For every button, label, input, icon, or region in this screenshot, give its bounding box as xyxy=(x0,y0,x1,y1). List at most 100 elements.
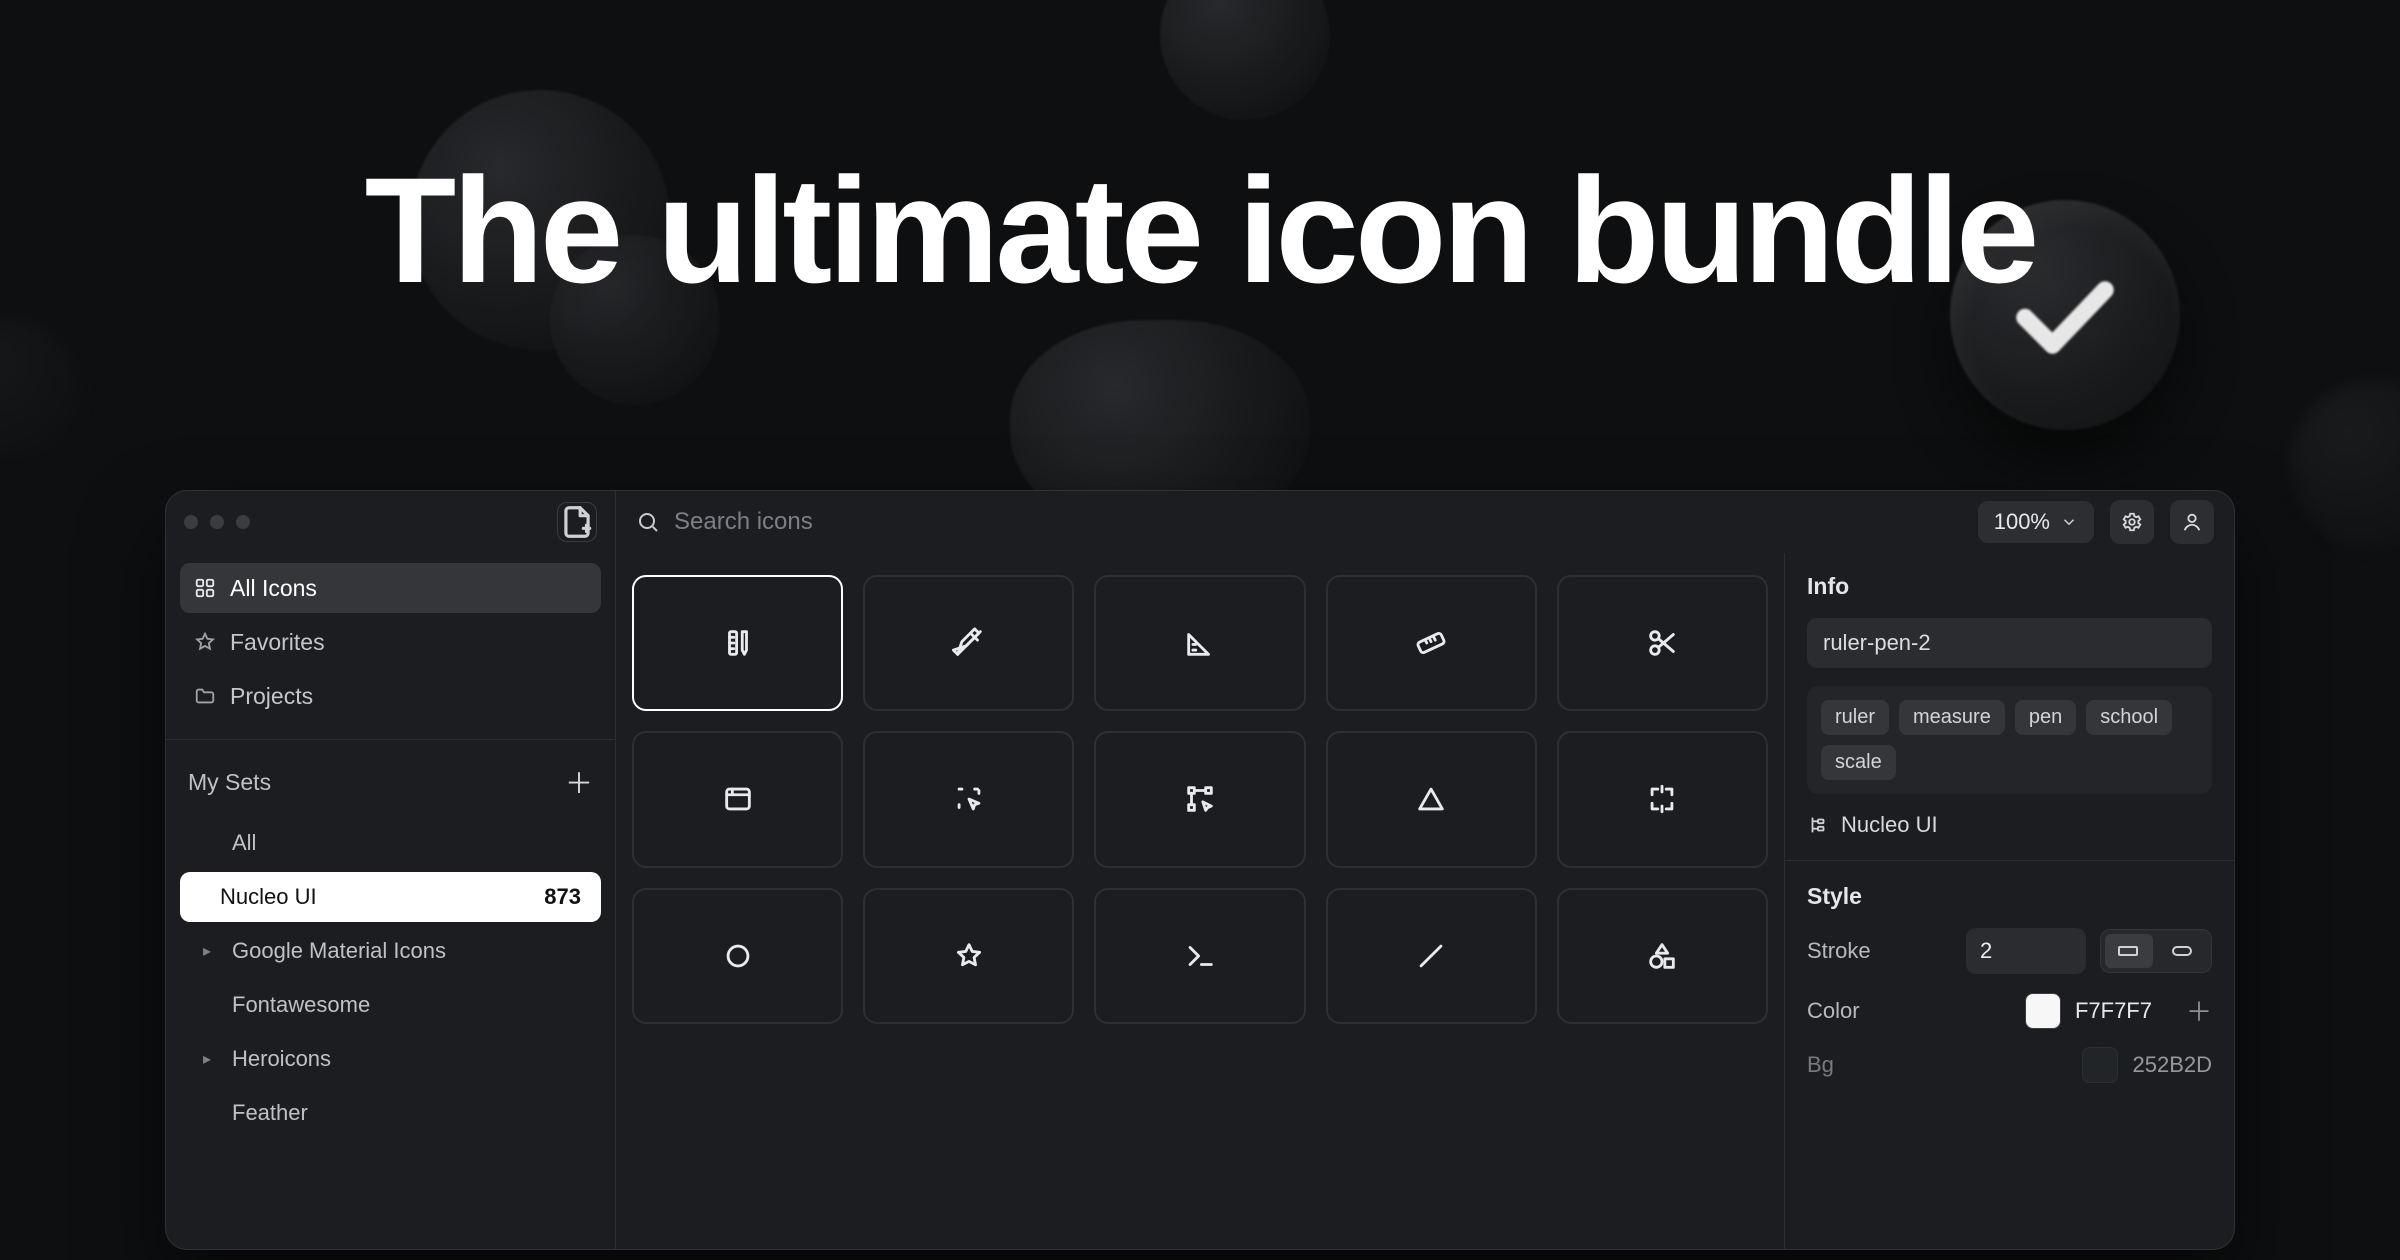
tag[interactable]: ruler xyxy=(1821,700,1889,735)
tag[interactable]: measure xyxy=(1899,700,2005,735)
stroke-label: Stroke xyxy=(1807,938,1871,964)
decor-blob xyxy=(0,320,80,460)
hero-title: The ultimate icon bundle xyxy=(0,155,2400,305)
sidebar-item-projects[interactable]: Projects xyxy=(180,671,601,721)
cap-butt-icon xyxy=(2118,944,2140,958)
icon-cell[interactable] xyxy=(1094,575,1305,711)
tree-icon xyxy=(1807,814,1829,836)
icon-cell[interactable] xyxy=(632,731,843,867)
account-button[interactable] xyxy=(2170,500,2214,544)
traffic-lights[interactable] xyxy=(184,515,250,529)
add-color-button[interactable]: ＋ xyxy=(2186,992,2212,1029)
icon-cell[interactable] xyxy=(1557,731,1768,867)
zoom-value: 100% xyxy=(1994,509,2050,535)
icon-name-field[interactable]: ruler-pen-2 xyxy=(1807,618,2212,668)
ruler-triangle-icon xyxy=(1183,626,1217,660)
icon-cell[interactable] xyxy=(632,888,843,1024)
main-area: 100% xyxy=(616,491,2234,1249)
bg-swatch[interactable] xyxy=(2082,1047,2118,1083)
sidebar: All Icons Favorites Projects My Sets ＋ A… xyxy=(166,491,616,1249)
select-area-icon xyxy=(952,782,986,816)
stroke-input[interactable]: 2 xyxy=(1966,928,2086,974)
divider xyxy=(1785,860,2234,861)
line-icon xyxy=(1414,939,1448,973)
grid-icon xyxy=(194,577,216,599)
icon-cell[interactable] xyxy=(863,575,1074,711)
icon-cell[interactable] xyxy=(632,575,843,711)
stroke-row: Stroke 2 xyxy=(1807,928,2212,974)
circle-icon xyxy=(721,939,755,973)
my-sets-label: My Sets xyxy=(188,769,271,796)
tag[interactable]: scale xyxy=(1821,745,1896,780)
cap-style-toggle[interactable] xyxy=(2100,929,2212,973)
terminal-icon xyxy=(1183,939,1217,973)
tag[interactable]: school xyxy=(2086,700,2172,735)
select-nodes-icon xyxy=(1183,782,1217,816)
add-set-button[interactable]: ＋ xyxy=(565,762,593,802)
tag[interactable]: pen xyxy=(2015,700,2076,735)
search-box[interactable] xyxy=(636,508,1962,536)
bg-row: Bg 252B2D xyxy=(1807,1047,2212,1083)
icon-cell[interactable] xyxy=(863,731,1074,867)
icon-cell[interactable] xyxy=(1557,888,1768,1024)
search-icon xyxy=(636,510,660,534)
set-label: Nucleo UI xyxy=(220,884,317,910)
icon-cell[interactable] xyxy=(1326,731,1537,867)
icon-cell[interactable] xyxy=(1094,731,1305,867)
icon-cell[interactable] xyxy=(863,888,1074,1024)
scissors-icon xyxy=(1645,626,1679,660)
file-plus-icon xyxy=(558,503,596,541)
color-swatch[interactable] xyxy=(2025,993,2061,1029)
sidebar-item-label: Favorites xyxy=(230,629,325,656)
my-sets-header: My Sets ＋ xyxy=(166,739,615,816)
color-row: Color F7F7F7 ＋ xyxy=(1807,992,2212,1029)
set-all[interactable]: All xyxy=(180,818,601,868)
cap-round[interactable] xyxy=(2159,934,2207,968)
shapes-icon xyxy=(1645,939,1679,973)
icon-cell[interactable] xyxy=(1557,575,1768,711)
gear-icon xyxy=(2121,511,2143,533)
window-titlebar xyxy=(166,491,615,553)
crop-expand-icon xyxy=(1645,782,1679,816)
search-input[interactable] xyxy=(674,508,1962,536)
cap-butt[interactable] xyxy=(2105,934,2153,968)
icon-cell[interactable] xyxy=(1094,888,1305,1024)
icon-cell[interactable] xyxy=(1326,575,1537,711)
icon-cell[interactable] xyxy=(1326,888,1537,1024)
ruler-icon xyxy=(1414,626,1448,660)
icon-grid-wrap xyxy=(616,553,1784,1249)
app-window: All Icons Favorites Projects My Sets ＋ A… xyxy=(165,490,2235,1250)
set-google-material[interactable]: ▸Google Material Icons xyxy=(180,926,601,976)
iconset-link[interactable]: Nucleo UI xyxy=(1807,812,2212,838)
color-label: Color xyxy=(1807,998,1860,1024)
topbar: 100% xyxy=(616,491,2234,553)
sidebar-item-favorites[interactable]: Favorites xyxy=(180,617,601,667)
browser-icon xyxy=(721,782,755,816)
set-count-badge: 873 xyxy=(544,884,581,910)
pencil-ruler-icon xyxy=(952,626,986,660)
ruler-pen-icon xyxy=(721,626,755,660)
bg-hex[interactable]: 252B2D xyxy=(2132,1052,2212,1078)
new-document-button[interactable] xyxy=(557,502,597,542)
set-feather[interactable]: Feather xyxy=(180,1088,601,1138)
style-title: Style xyxy=(1807,883,2212,910)
settings-button[interactable] xyxy=(2110,500,2154,544)
folder-icon xyxy=(194,685,216,707)
user-icon xyxy=(2181,511,2203,533)
set-heroicons[interactable]: ▸Heroicons xyxy=(180,1034,601,1084)
sidebar-item-label: All Icons xyxy=(230,575,317,602)
cap-round-icon xyxy=(2172,944,2194,958)
bg-label: Bg xyxy=(1807,1052,1834,1078)
icon-grid xyxy=(632,575,1768,1024)
zoom-dropdown[interactable]: 100% xyxy=(1978,501,2094,543)
set-fontawesome[interactable]: Fontawesome xyxy=(180,980,601,1030)
star-outline-icon xyxy=(952,939,986,973)
color-hex[interactable]: F7F7F7 xyxy=(2075,998,2152,1024)
triangle-icon xyxy=(1414,782,1448,816)
sidebar-item-all-icons[interactable]: All Icons xyxy=(180,563,601,613)
info-title: Info xyxy=(1807,573,2212,600)
decor-blob xyxy=(1160,0,1330,120)
sidebar-item-label: Projects xyxy=(230,683,313,710)
info-panel: Info ruler-pen-2 ruler measure pen schoo… xyxy=(1784,553,2234,1249)
set-nucleo-ui[interactable]: Nucleo UI 873 xyxy=(180,872,601,922)
